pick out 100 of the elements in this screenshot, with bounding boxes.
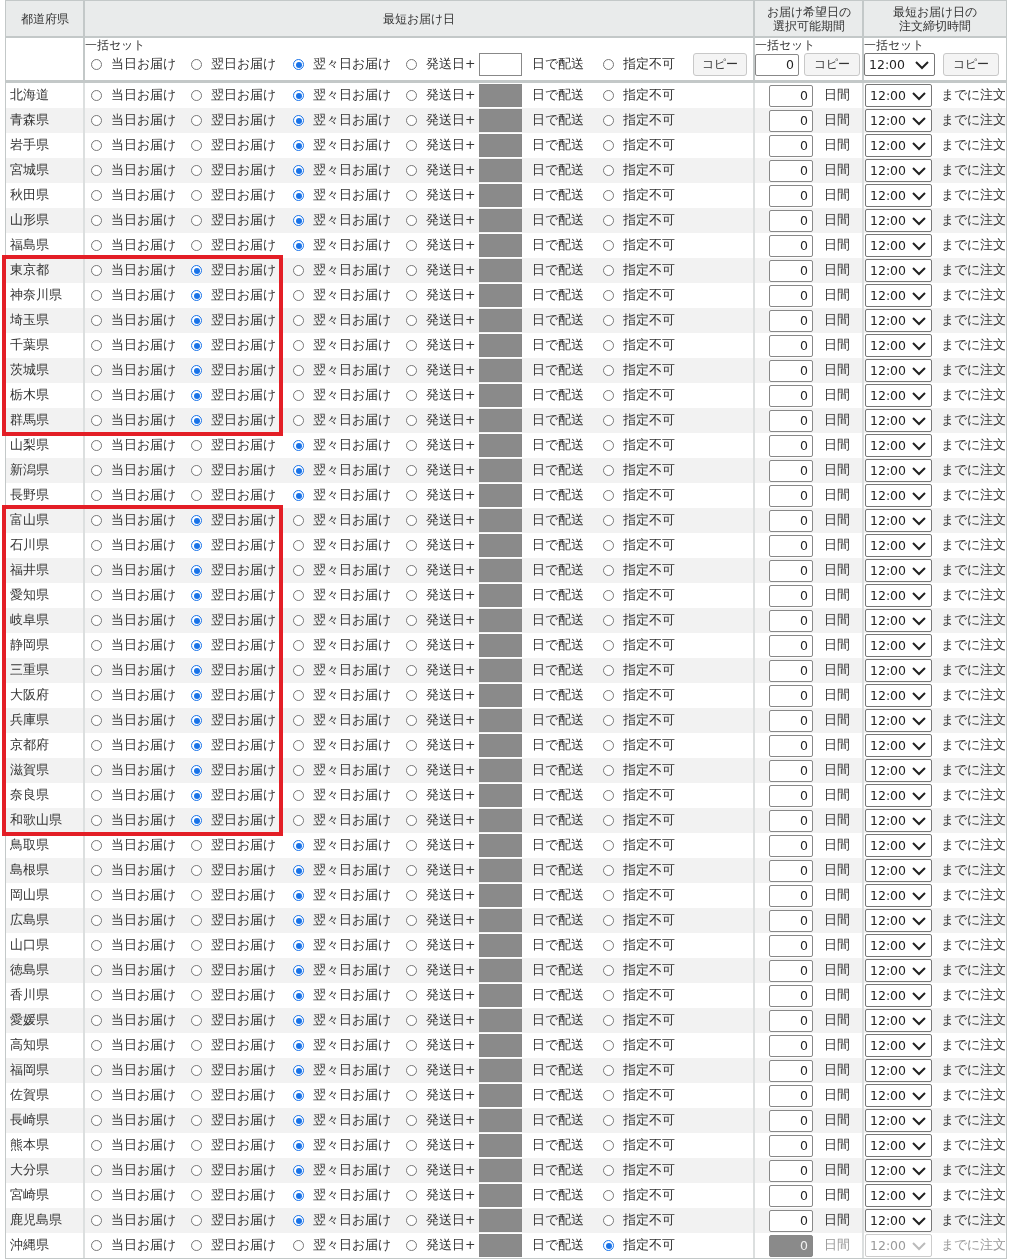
radio-button[interactable] <box>91 590 102 601</box>
radio-button[interactable] <box>191 465 202 476</box>
radio-option[interactable]: 当日お届け <box>91 737 176 754</box>
radio-button[interactable] <box>603 440 615 451</box>
copy-button[interactable]: コピー <box>693 53 748 76</box>
time-select[interactable]: 12:00 <box>865 509 932 532</box>
radio-option[interactable]: 指定不可 <box>603 712 676 729</box>
radio-option[interactable]: 翌々日お届け <box>293 962 391 979</box>
radio-button[interactable] <box>603 565 615 576</box>
radio-button[interactable] <box>191 315 202 326</box>
radio-button[interactable] <box>406 465 417 476</box>
radio-option[interactable]: 翌日お届け <box>191 362 276 379</box>
time-select[interactable]: 12:00 <box>865 109 932 132</box>
radio-option[interactable]: 発送日+ <box>406 1112 476 1129</box>
radio-option[interactable]: 当日お届け <box>91 1162 176 1179</box>
radio-button[interactable] <box>406 540 417 551</box>
radio-button[interactable] <box>293 340 304 351</box>
radio-option[interactable]: 発送日+ <box>406 362 476 379</box>
radio-option[interactable]: 翌日お届け <box>191 56 276 73</box>
radio-button[interactable] <box>603 540 615 551</box>
radio-option[interactable]: 翌々日お届け <box>293 887 391 904</box>
radio-option[interactable]: 当日お届け <box>91 287 176 304</box>
radio-option[interactable]: 発送日+ <box>406 887 476 904</box>
radio-option[interactable]: 発送日+ <box>406 1212 476 1229</box>
radio-button[interactable] <box>191 1090 202 1101</box>
radio-button[interactable] <box>603 315 615 326</box>
period-input[interactable]: 0 <box>769 159 813 182</box>
period-input[interactable]: 0 <box>769 834 813 857</box>
radio-option[interactable]: 発送日+ <box>406 962 476 979</box>
radio-option[interactable]: 指定不可 <box>603 812 676 829</box>
time-select[interactable]: 12:00 <box>865 384 932 407</box>
period-input[interactable]: 0 <box>769 434 813 457</box>
radio-button[interactable] <box>293 365 304 376</box>
period-input[interactable]: 0 <box>769 859 813 882</box>
radio-button[interactable] <box>406 665 417 676</box>
radio-option[interactable]: 指定不可 <box>603 1112 676 1129</box>
radio-option[interactable]: 翌々日お届け <box>293 687 391 704</box>
period-input[interactable]: 0 <box>769 409 813 432</box>
radio-option[interactable]: 当日お届け <box>91 262 176 279</box>
radio-button[interactable] <box>91 290 102 301</box>
time-select[interactable]: 12:00 <box>865 684 932 707</box>
radio-button[interactable] <box>91 115 102 126</box>
radio-button[interactable] <box>293 115 304 126</box>
radio-option[interactable]: 翌日お届け <box>191 1137 276 1154</box>
radio-option[interactable]: 翌々日お届け <box>293 462 391 479</box>
radio-option[interactable]: 翌日お届け <box>191 762 276 779</box>
copy-button[interactable]: コピー <box>943 53 999 76</box>
radio-button[interactable] <box>406 415 417 426</box>
radio-button[interactable] <box>603 290 615 301</box>
period-input[interactable]: 0 <box>769 934 813 957</box>
time-select[interactable]: 12:00 <box>865 434 932 457</box>
radio-button[interactable] <box>603 965 615 976</box>
radio-option[interactable]: 翌日お届け <box>191 1112 276 1129</box>
radio-button[interactable] <box>293 165 304 176</box>
radio-option[interactable]: 発送日+ <box>406 712 476 729</box>
radio-button[interactable] <box>406 490 417 501</box>
radio-button[interactable] <box>191 365 202 376</box>
radio-button[interactable] <box>406 59 417 70</box>
radio-option[interactable]: 翌々日お届け <box>293 537 391 554</box>
radio-button[interactable] <box>406 790 417 801</box>
radio-button[interactable] <box>603 365 615 376</box>
radio-button[interactable] <box>293 640 304 651</box>
radio-button[interactable] <box>91 1090 102 1101</box>
radio-option[interactable]: 当日お届け <box>91 787 176 804</box>
radio-button[interactable] <box>91 765 102 776</box>
radio-button[interactable] <box>91 540 102 551</box>
radio-option[interactable]: 発送日+ <box>406 1137 476 1154</box>
time-select[interactable]: 12:00 <box>865 334 932 357</box>
radio-option[interactable]: 指定不可 <box>603 87 676 104</box>
radio-option[interactable]: 当日お届け <box>91 1212 176 1229</box>
radio-button[interactable] <box>293 240 304 251</box>
radio-button[interactable] <box>191 940 202 951</box>
radio-option[interactable]: 翌々日お届け <box>293 762 391 779</box>
radio-option[interactable]: 当日お届け <box>91 1112 176 1129</box>
radio-option[interactable]: 翌々日お届け <box>293 312 391 329</box>
radio-option[interactable]: 翌日お届け <box>191 937 276 954</box>
time-select[interactable]: 12:00 <box>865 609 932 632</box>
radio-button[interactable] <box>603 190 615 201</box>
period-input[interactable]: 0 <box>769 309 813 332</box>
radio-option[interactable]: 翌日お届け <box>191 237 276 254</box>
radio-button[interactable] <box>91 915 102 926</box>
period-input[interactable]: 0 <box>769 984 813 1007</box>
copy-button[interactable]: コピー <box>804 53 860 76</box>
radio-button[interactable] <box>91 965 102 976</box>
radio-button[interactable] <box>191 1190 202 1201</box>
radio-option[interactable]: 翌々日お届け <box>293 487 391 504</box>
radio-option[interactable]: 発送日+ <box>406 187 476 204</box>
radio-option[interactable]: 指定不可 <box>603 687 676 704</box>
radio-button[interactable] <box>406 440 417 451</box>
time-select[interactable]: 12:00 <box>865 84 932 107</box>
period-input[interactable]: 0 <box>769 609 813 632</box>
radio-option[interactable]: 翌々日お届け <box>293 937 391 954</box>
period-input[interactable]: 0 <box>769 209 813 232</box>
radio-option[interactable]: 当日お届け <box>91 912 176 929</box>
radio-option[interactable]: 翌々日お届け <box>293 362 391 379</box>
period-input[interactable]: 0 <box>769 734 813 757</box>
period-input[interactable]: 0 <box>769 534 813 557</box>
radio-option[interactable]: 発送日+ <box>406 637 476 654</box>
time-select[interactable]: 12:00 <box>865 1034 932 1057</box>
radio-option[interactable]: 当日お届け <box>91 87 176 104</box>
